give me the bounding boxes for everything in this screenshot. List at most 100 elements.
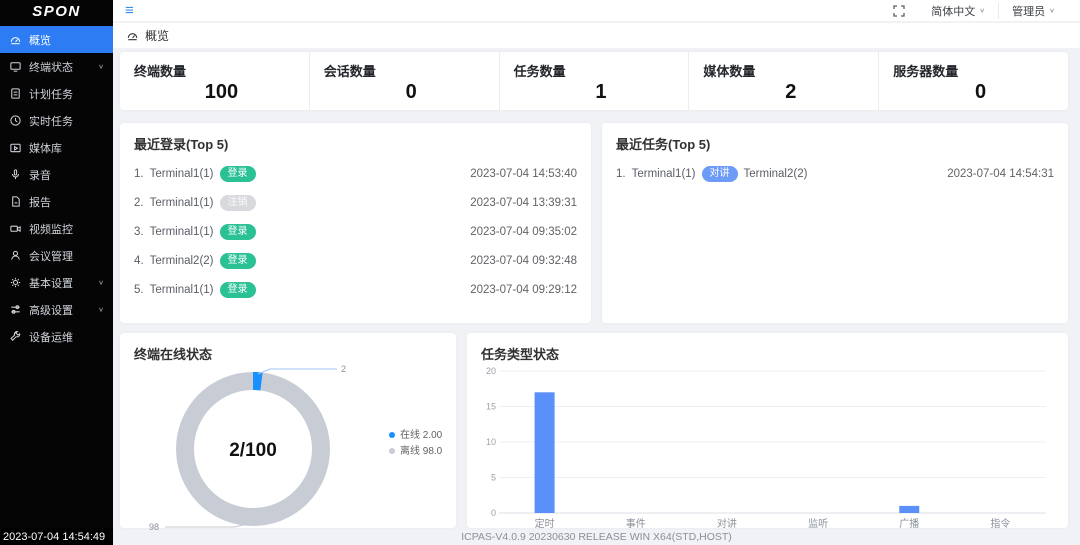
sidebar-item-8[interactable]: 视频监控 xyxy=(0,215,113,242)
stat-value: 100 xyxy=(134,81,309,104)
recent-login-list: 1. Terminal1(1) 登录 2023-07-04 14:53:40 2. Ter… xyxy=(134,159,577,304)
stat-label: 服务器数量 xyxy=(893,61,1068,80)
row-index: 4. xyxy=(134,255,144,267)
svg-text:2/100: 2/100 xyxy=(229,440,277,461)
device-ops-icon xyxy=(9,330,22,343)
sidebar-item-2[interactable]: 终端状态 ∨ xyxy=(0,53,113,80)
dashboard-icon xyxy=(9,33,22,46)
stat-label: 任务数量 xyxy=(514,61,689,80)
chevron-down-icon: ∨ xyxy=(98,63,104,70)
svg-text:15: 15 xyxy=(486,402,496,412)
stat-label: 会话数量 xyxy=(324,61,499,80)
sidebar-item-9[interactable]: 会议管理 xyxy=(0,242,113,269)
sidebar-item-3[interactable]: 计划任务 xyxy=(0,80,113,107)
recent-login-title: 最近登录(Top 5) xyxy=(134,134,577,153)
video-monitor-icon xyxy=(9,222,22,235)
breadcrumb-label[interactable]: 概览 xyxy=(145,27,169,44)
row-time: 2023-07-04 13:39:31 xyxy=(470,197,577,209)
stat-label: 媒体数量 xyxy=(703,61,878,80)
terminal-name: Terminal2(2) xyxy=(744,168,808,180)
stat-cell: 终端数量100 xyxy=(120,52,309,110)
status-badge: 登录 xyxy=(220,282,256,298)
terminal-online-donut-chart: 2982/100在线 2.00%离线 98.00% xyxy=(134,365,442,538)
row-index: 1. xyxy=(134,168,144,180)
sidebar-item-4[interactable]: 实时任务 xyxy=(0,107,113,134)
login-row: 1.Terminal1(1)登录2023-07-04 14:53:40 xyxy=(134,159,577,188)
recording-icon xyxy=(9,168,22,181)
chevron-down-icon: ∨ xyxy=(979,7,985,14)
language-selector[interactable]: 简体中文 ∨ xyxy=(918,3,998,19)
sidebar-item-10[interactable]: 基本设置 ∨ xyxy=(0,269,113,296)
sidebar-item-label: 终端状态 xyxy=(29,59,73,75)
login-row: 3. Terminal1(1) 登录 2023-07-04 09:35:02 xyxy=(134,217,577,246)
sidebar-item-label: 高级设置 xyxy=(29,302,73,318)
basic-settings-icon xyxy=(9,276,22,289)
task-type-badge: 对讲 xyxy=(702,166,738,182)
sidebar-item-7[interactable]: 报告 xyxy=(0,188,113,215)
bar-chart-title: 任务类型状态 xyxy=(481,344,1054,363)
chevron-down-icon: ∨ xyxy=(98,306,104,313)
row-index: 2. xyxy=(134,197,144,209)
row-time: 2023-07-04 09:32:48 xyxy=(470,255,577,267)
sidebar-item-label: 基本设置 xyxy=(29,275,73,291)
row-time: 2023-07-04 14:54:31 xyxy=(947,168,1054,180)
sidebar-item-5[interactable]: 媒体库 xyxy=(0,134,113,161)
task-row: 1.Terminal1(1)对讲Terminal2(2)2023-07-04 1… xyxy=(616,159,1054,188)
breadcrumb: 概览 xyxy=(113,23,1080,48)
svg-text:2: 2 xyxy=(341,365,346,374)
row-time: 2023-07-04 09:29:12 xyxy=(470,284,577,296)
main-area: ≡ 简体中文 ∨ 管理员 ∨ 概览 终端数量100会话数量0任务数量1媒体数量2… xyxy=(113,0,1080,545)
media-library-icon xyxy=(9,141,22,154)
top-bar-right: 简体中文 ∨ 管理员 ∨ xyxy=(880,3,1068,19)
system-clock: 2023-07-04 14:54:49 xyxy=(0,528,113,545)
stat-value: 2 xyxy=(703,81,878,104)
sidebar-item-1[interactable]: 概览 xyxy=(0,26,113,53)
fullscreen-icon[interactable] xyxy=(880,5,918,17)
sidebar-item-12[interactable]: 设备运维 xyxy=(0,323,113,350)
stat-label: 终端数量 xyxy=(134,61,309,80)
stat-value: 1 xyxy=(514,81,689,104)
sidebar-item-11[interactable]: 高级设置 ∨ xyxy=(0,296,113,323)
top-bar: ≡ 简体中文 ∨ 管理员 ∨ xyxy=(113,0,1080,22)
svg-text:在线 2.00%: 在线 2.00% xyxy=(400,428,442,441)
status-badge: 注销 xyxy=(220,195,256,211)
row-index: 1. xyxy=(616,168,626,180)
terminal-name: Terminal1(1) xyxy=(150,284,214,296)
row-time: 2023-07-04 09:35:02 xyxy=(470,226,577,238)
status-badge: 登录 xyxy=(220,253,256,269)
sidebar-item-label: 视频监控 xyxy=(29,221,73,237)
terminal-name: Terminal1(1) xyxy=(150,226,214,238)
stat-cell: 服务器数量0 xyxy=(878,52,1068,110)
login-row: 5. Terminal1(1) 登录 2023-07-04 09:29:12 xyxy=(134,275,577,304)
sidebar-item-6[interactable]: 录音 xyxy=(0,161,113,188)
recent-login-panel: 最近登录(Top 5) 1. Terminal1(1) 登录 2023-07-04 1… xyxy=(120,123,591,323)
status-badge: 登录 xyxy=(220,166,256,182)
sidebar-item-label: 概览 xyxy=(29,32,51,48)
sidebar-item-label: 计划任务 xyxy=(29,86,73,102)
task-type-panel: 任务类型状态 05101520定时事件对讲监听广播指令 xyxy=(467,333,1068,528)
user-menu[interactable]: 管理员 ∨ xyxy=(998,3,1068,19)
terminal-online-panel: 终端在线状态 2982/100在线 2.00%离线 98.00% xyxy=(120,333,456,528)
status-badge: 登录 xyxy=(220,224,256,240)
row-index: 3. xyxy=(134,226,144,238)
language-label: 简体中文 xyxy=(931,3,975,19)
meeting-icon xyxy=(9,249,22,262)
sidebar-item-label: 媒体库 xyxy=(29,140,62,156)
chevron-down-icon: ∨ xyxy=(1049,7,1055,14)
task-type-bar-chart: 05101520定时事件对讲监听广播指令 xyxy=(481,365,1054,540)
row-index: 5. xyxy=(134,284,144,296)
menu-collapse-icon[interactable]: ≡ xyxy=(125,3,134,18)
row-time: 2023-07-04 14:53:40 xyxy=(470,168,577,180)
sidebar: SPON 概览终端状态∨计划任务实时任务媒体库录音报告视频监控会议管理基本设置∨… xyxy=(0,0,113,528)
terminal-name: Terminal2(2) xyxy=(150,255,214,267)
report-icon xyxy=(9,195,22,208)
chevron-down-icon: ∨ xyxy=(98,279,104,286)
advanced-settings-icon xyxy=(9,303,22,316)
version-footer: ICPAS-V4.0.9 20230630 RELEASE WIN X64(ST… xyxy=(113,528,1080,545)
stats-card: 终端数量100会话数量0 任务数量1 媒体数量2服务器数量0 xyxy=(120,52,1068,110)
stat-cell: 会话数量0 xyxy=(309,52,499,110)
svg-text:10: 10 xyxy=(486,437,496,447)
terminal-status-icon xyxy=(9,60,22,73)
svg-text:0: 0 xyxy=(491,508,496,518)
sidebar-item-label: 设备运维 xyxy=(29,329,73,345)
